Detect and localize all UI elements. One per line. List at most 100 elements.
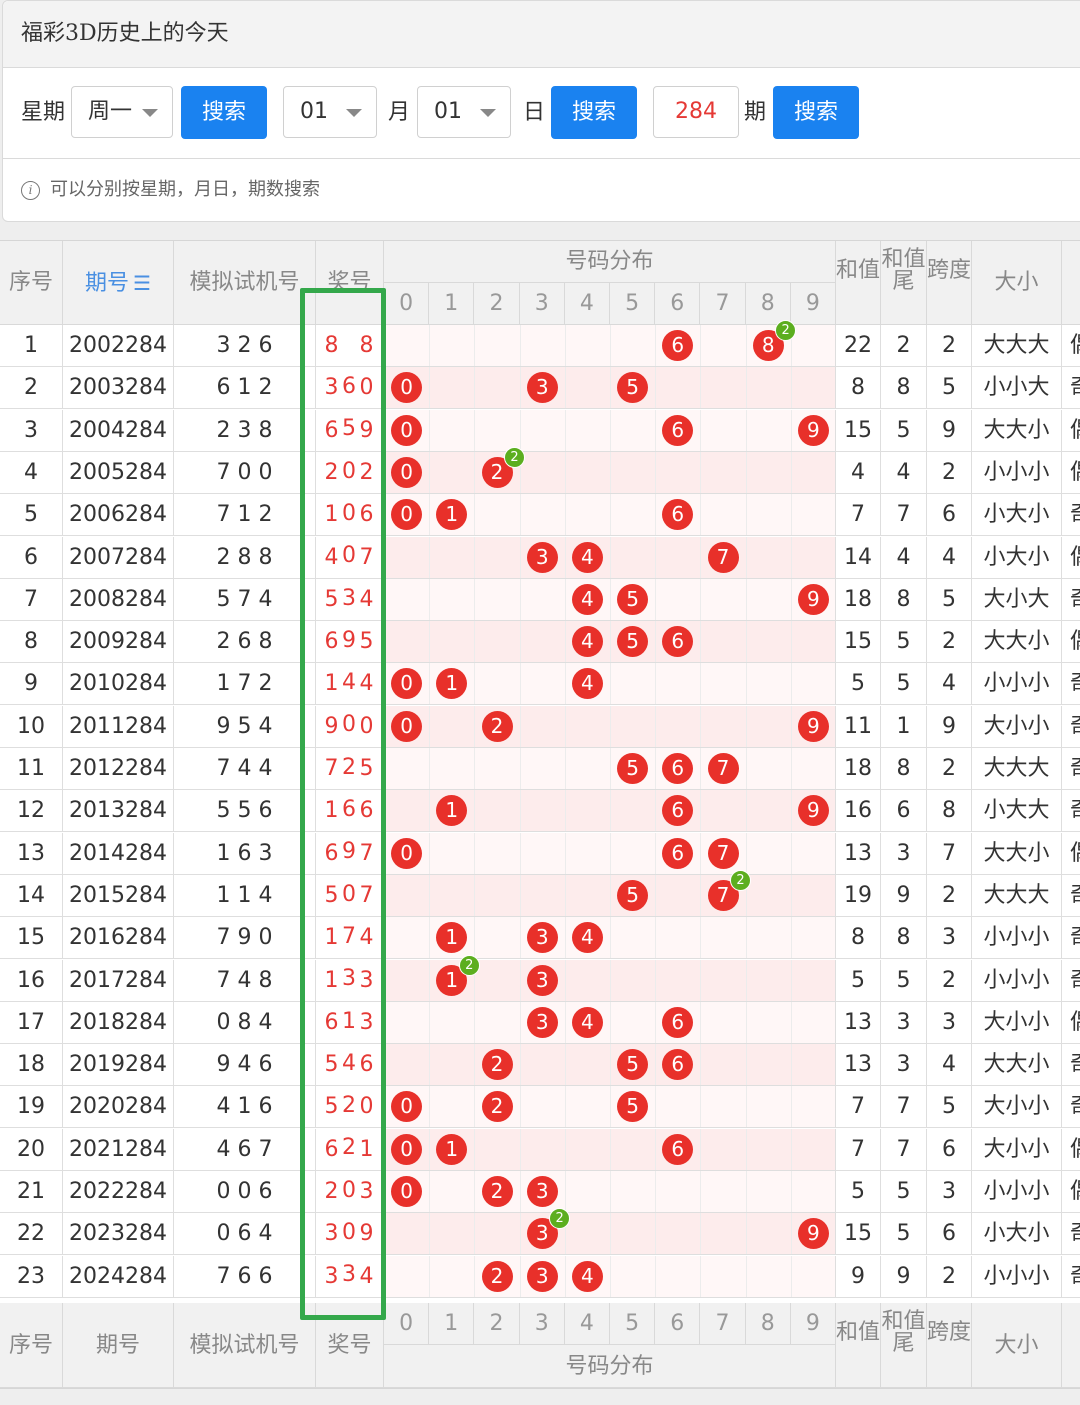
sum-cell: 18 — [836, 578, 881, 620]
sum-cell: 22 — [836, 325, 881, 366]
grid-line — [700, 748, 702, 789]
winning-number-cell: 1 6 0 — [316, 494, 384, 568]
size-cell: 大小小 — [972, 1128, 1062, 1170]
grid-line — [790, 790, 792, 832]
grid-line — [745, 409, 747, 451]
day-select[interactable]: 01 — [417, 86, 511, 138]
grid-line — [474, 451, 476, 493]
number-ball: 0 — [391, 1091, 423, 1123]
seq-cell: 17 — [0, 1001, 63, 1043]
grid-line — [519, 917, 521, 959]
grid-line — [610, 451, 611, 493]
month-value: 01 — [300, 99, 328, 124]
distribution-cell: 0 6 9 — [384, 409, 836, 451]
grid-line — [519, 1044, 521, 1086]
grid-line — [519, 367, 521, 409]
number-ball: 6 — [662, 753, 694, 784]
number-ball: 9 — [797, 710, 829, 742]
distribution-cell: 0 2 5 — [384, 1086, 836, 1128]
repeat-count-badge: 2 — [504, 446, 525, 468]
header-issue-sortable[interactable]: 期号 ☰ — [63, 241, 174, 325]
grid-line — [610, 367, 611, 409]
grid-line — [519, 1213, 521, 1255]
issue-input[interactable]: 284 — [653, 86, 739, 138]
seq-cell: 15 — [0, 917, 63, 959]
winning-number-cell: 6 3 4 — [316, 1001, 384, 1076]
results-table: 序号 期号 ☰ 模拟试机号 奖号 号码分布 0123456789 和值 和值尾 跨… — [0, 240, 1080, 1389]
number-ball: 2 — [481, 710, 513, 742]
grid-line — [474, 832, 476, 874]
issue-cell: 2007284 — [63, 536, 174, 578]
table-row: 2320242847 6 63 4 2234992小小小奇 — [0, 1255, 1080, 1330]
table-row: 2220232840 6 43 9 33291556小大小奇 — [0, 1208, 1080, 1287]
issue-cell: 2020284 — [63, 1086, 174, 1128]
footer-digit-3: 3 — [519, 1303, 565, 1345]
number-ball: 3 — [526, 964, 558, 996]
grid-line — [610, 325, 611, 366]
grid-line — [564, 409, 566, 451]
weekday-select[interactable]: 周一 — [71, 86, 173, 138]
grid-line — [655, 1213, 657, 1255]
grid-line — [429, 621, 431, 663]
grid-line — [610, 748, 611, 789]
grid-line — [474, 748, 476, 789]
seq-cell: 2 — [0, 367, 63, 409]
month-select[interactable]: 01 — [283, 86, 377, 138]
day-value: 01 — [434, 99, 462, 124]
grid-line — [655, 409, 657, 451]
winning-number-cell: 6 5 4 — [316, 621, 384, 695]
seq-cell: 3 — [0, 409, 63, 451]
grid-line — [655, 578, 657, 620]
header-distribution: 号码分布 — [384, 241, 836, 283]
grid-line — [429, 748, 431, 789]
header-digit-5: 5 — [610, 283, 656, 325]
grid-line — [474, 409, 476, 451]
grid-line — [519, 705, 521, 747]
footer-digit-1: 1 — [429, 1303, 475, 1345]
winning-number-cell: 3 0 5 — [316, 367, 384, 441]
distribution-cell: 2 56 — [384, 1044, 836, 1086]
grid-line — [655, 536, 657, 578]
grid-line — [474, 1001, 476, 1043]
header-digit-2: 2 — [474, 283, 520, 325]
chevron-down-icon — [480, 109, 496, 117]
number-ball: 1 — [436, 668, 468, 700]
table-row: 1920202844 1 65 0 2025775大小小奇 — [0, 1086, 1080, 1160]
repeat-count-badge: 2 — [549, 1208, 571, 1230]
weekday-search-button[interactable]: 搜索 — [181, 86, 267, 139]
grid-line — [519, 1171, 521, 1212]
header-winning: 奖号 — [316, 241, 384, 325]
number-ball: 4 — [571, 922, 603, 954]
table-row: 1720182840 8 46 3 43461333大小小偶 — [0, 1001, 1080, 1076]
grid-line — [700, 1001, 702, 1043]
trial-cell: 0 0 6 — [174, 1171, 316, 1212]
span-cell: 4 — [927, 663, 972, 705]
number-ball: 6 — [662, 837, 694, 869]
odd-even-cell: 偶 — [1062, 1171, 1080, 1212]
grid-line — [790, 409, 792, 451]
grid-line — [474, 1213, 476, 1255]
odd-even-cell: 奇 — [1062, 494, 1080, 535]
date-search-button[interactable]: 搜索 — [551, 86, 637, 139]
size-cell: 小小大 — [972, 367, 1062, 409]
header-digit-6: 6 — [655, 283, 701, 325]
number-ball: 1 — [436, 499, 468, 531]
grid-line — [474, 790, 476, 832]
span-cell: 7 — [927, 832, 972, 874]
number-ball: 0 — [391, 1176, 423, 1207]
number-ball: 5 — [617, 879, 649, 911]
grid-line — [610, 959, 611, 1001]
table-row: 120022843 2 68 8 66822222大大大偶 — [0, 320, 1080, 399]
header-digit-8: 8 — [745, 283, 791, 325]
number-ball: 4 — [571, 668, 603, 700]
chevron-down-icon — [346, 109, 362, 117]
winning-number-cell: 2 2 0 — [316, 451, 384, 526]
table-row: 820092842 6 86 5 44561552大大小偶 — [0, 621, 1080, 695]
winning-number-cell: 6 9 0 — [316, 409, 384, 484]
issue-search-button[interactable]: 搜索 — [773, 86, 859, 139]
span-cell: 2 — [927, 1255, 972, 1297]
sum-tail-cell: 5 — [881, 959, 927, 1001]
distribution-cell: 0 23 — [384, 1171, 836, 1212]
grid-line — [474, 621, 476, 663]
weekday-value: 周一 — [88, 99, 133, 124]
